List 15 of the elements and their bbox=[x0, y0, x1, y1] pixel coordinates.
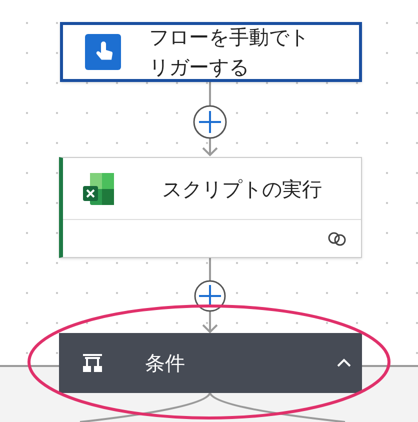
condition-icon bbox=[82, 354, 103, 372]
touch-icon bbox=[85, 34, 121, 70]
add-step-button[interactable] bbox=[194, 280, 226, 312]
action-card[interactable]: スクリプトの実行 bbox=[59, 157, 362, 258]
card-title: 条件 bbox=[145, 350, 185, 377]
connector-arrow bbox=[202, 311, 218, 334]
spreadsheet-icon bbox=[82, 172, 116, 206]
card-title: スクリプトの実行 bbox=[162, 176, 322, 202]
connector-arrow bbox=[202, 138, 218, 156]
add-step-button[interactable] bbox=[193, 105, 227, 139]
link-icon[interactable] bbox=[327, 232, 347, 246]
card-title: フローを手動でトリガーする bbox=[149, 24, 309, 81]
trigger-card[interactable]: フローを手動でトリガーする bbox=[60, 22, 362, 82]
condition-card[interactable]: 条件 bbox=[59, 333, 362, 393]
chevron-up-icon[interactable] bbox=[336, 358, 352, 368]
